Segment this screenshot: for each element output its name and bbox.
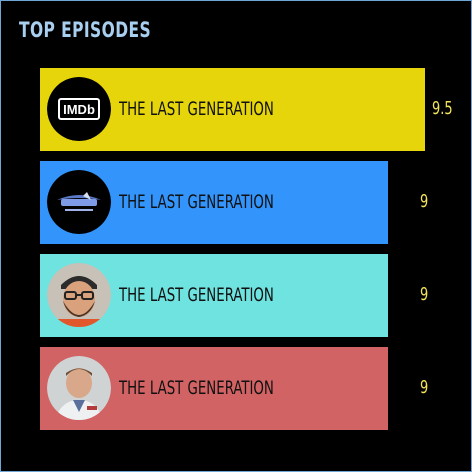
- imdb-logo-text: IMDb: [63, 102, 95, 117]
- star-trek-logo-icon: [47, 170, 111, 234]
- bar-value-label: 9: [420, 377, 429, 398]
- chart-frame: TOP EPISODES IMDb THE LAST GENERATION 9.5 T…: [0, 0, 472, 472]
- chart-title: TOP EPISODES: [19, 18, 152, 42]
- bar-value-label: 9: [420, 191, 429, 212]
- avatar-bearded-man-icon: [47, 263, 111, 327]
- bar-value-label: 9: [420, 284, 429, 305]
- avatar-man-icon: [47, 356, 111, 420]
- imdb-logo-icon: IMDb: [47, 77, 111, 141]
- bar-label: THE LAST GENERATION: [119, 98, 274, 120]
- bar-value-label: 9.5: [432, 98, 453, 119]
- bar-label: THE LAST GENERATION: [119, 191, 274, 213]
- bar-label: THE LAST GENERATION: [119, 284, 274, 306]
- bar-label: THE LAST GENERATION: [119, 377, 274, 399]
